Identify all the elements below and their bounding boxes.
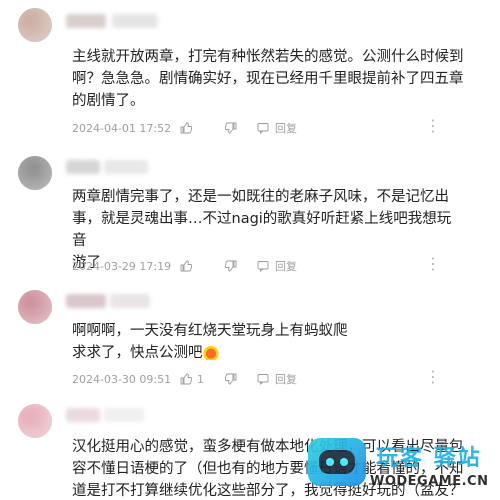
comment-meta: 2024-04-01 17:52 回复: [72, 119, 297, 137]
avatar[interactable]: [18, 290, 52, 324]
thumbs-up-icon[interactable]: [178, 371, 194, 387]
comment-timestamp: 2024-03-30 09:51: [72, 372, 172, 386]
avatar[interactable]: [18, 156, 52, 190]
more-vertical-icon[interactable]: ⋮: [425, 255, 441, 273]
reply-icon[interactable]: [255, 258, 271, 274]
reply-button[interactable]: 回复: [275, 120, 297, 136]
more-vertical-icon[interactable]: ⋮: [425, 368, 441, 386]
thumbs-down-icon[interactable]: [223, 258, 239, 274]
username-blurred[interactable]: [66, 408, 100, 422]
comment-timestamp: 2024-04-01 17:52: [72, 121, 172, 135]
thumbs-up-icon[interactable]: [178, 120, 194, 136]
fire-emoji-icon: [202, 344, 219, 360]
thumbs-up-icon[interactable]: [178, 258, 194, 274]
username-blurred[interactable]: [66, 160, 100, 174]
reply-button[interactable]: 回复: [275, 258, 297, 274]
comment-feed: 主线就开放两章，打完有种怅然若失的感觉。公测什么时候到 啊？急急急。剧情确实好，…: [0, 0, 500, 500]
comment-text: 主线就开放两章，打完有种怅然若失的感觉。公测什么时候到 啊？急急急。剧情确实好，…: [72, 49, 464, 109]
username-blurred: [104, 408, 144, 422]
thumbs-down-icon[interactable]: [223, 371, 239, 387]
username-blurred: [110, 294, 150, 308]
reply-button[interactable]: 回复: [275, 371, 297, 387]
more-vertical-icon[interactable]: ⋮: [425, 117, 441, 135]
comment-text: 汉化挺用心的感觉，蛮多梗有做本地化处理，可以看出尽量包 容不懂日语梗的了（但也有…: [72, 439, 464, 499]
like-count: 1: [197, 372, 204, 386]
avatar[interactable]: [18, 8, 52, 42]
comment-meta: 2024-03-29 17:19 回复: [72, 257, 297, 275]
username-blurred: [112, 14, 158, 28]
thumbs-down-icon[interactable]: [223, 120, 239, 136]
comment-meta: 2024-03-30 09:51 1 回复: [72, 370, 297, 388]
comment-timestamp: 2024-03-29 17:19: [72, 259, 172, 273]
reply-icon[interactable]: [255, 371, 271, 387]
username-blurred[interactable]: [66, 294, 106, 308]
avatar[interactable]: [18, 404, 52, 438]
comment-text: 啊啊啊，一天没有红烧天堂玩身上有蚂蚁爬 求求了，快点公测吧: [72, 320, 464, 364]
username-blurred: [104, 160, 148, 174]
reply-icon[interactable]: [255, 120, 271, 136]
username-blurred[interactable]: [66, 14, 106, 28]
